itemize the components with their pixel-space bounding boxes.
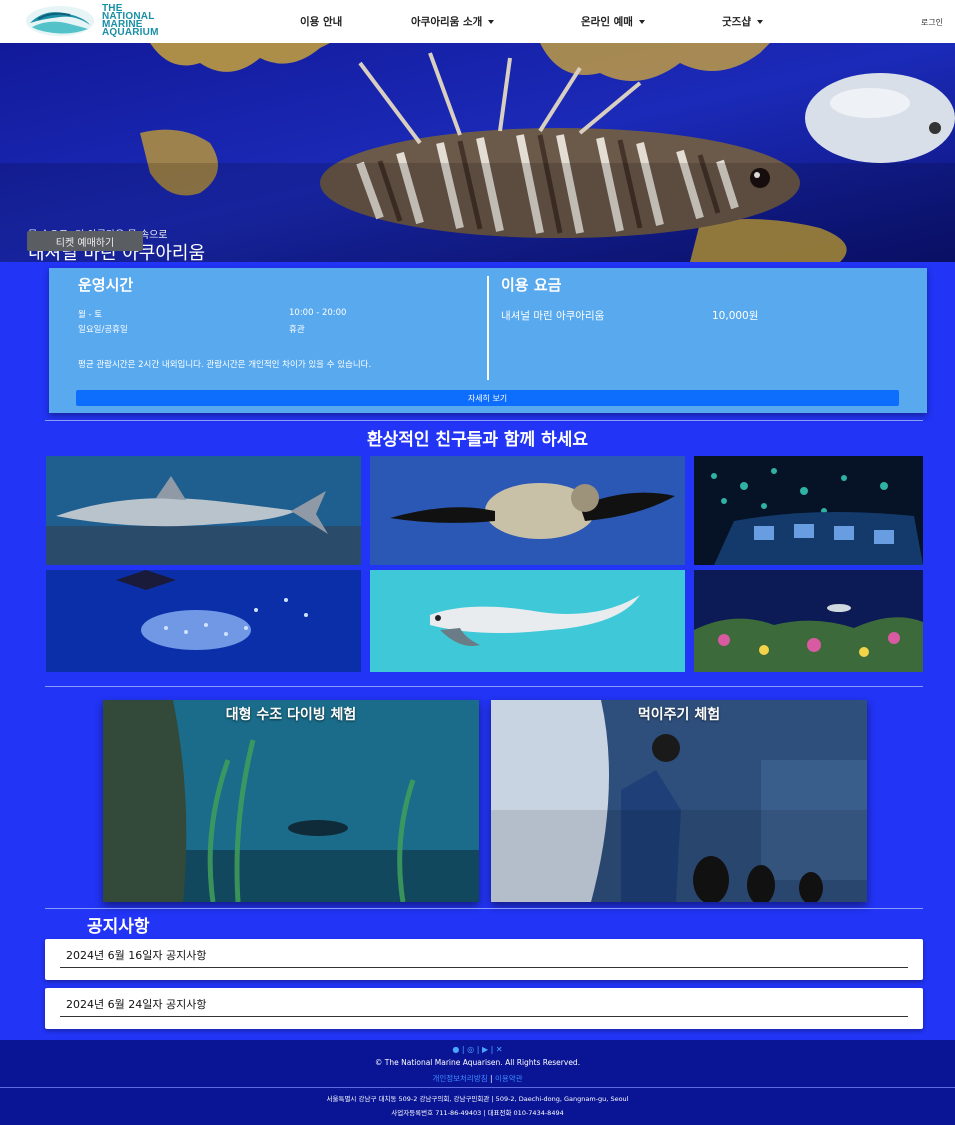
hours-time-holiday: 휴관 — [289, 325, 305, 335]
terms-link[interactable]: 이용약관 — [495, 1074, 523, 1083]
gallery-image-shark[interactable] — [46, 456, 361, 565]
info-divider — [487, 276, 489, 380]
hours-day-holiday: 일요일/공휴일 — [78, 325, 128, 335]
notice-title: 2024년 6월 16일자 공지사항 — [66, 949, 207, 962]
instagram-icon[interactable]: ◎ — [467, 1045, 474, 1054]
nav-item-aquarium-intro[interactable]: 아쿠아리움 소개 — [411, 14, 495, 29]
nav-item-online-booking[interactable]: 온라인 예매 — [581, 14, 645, 29]
footer-links: 개인정보처리방침 | 이용약관 — [0, 1073, 955, 1084]
x-icon[interactable]: ✕ — [496, 1045, 503, 1054]
notice-title: 2024년 6월 24일자 공지사항 — [66, 998, 207, 1011]
footer-divider — [0, 1087, 955, 1088]
program-label-feeding: 먹이주기 체험 — [637, 707, 721, 723]
nav-item-label: 이용 안내 — [300, 16, 343, 28]
gallery-image-penguin[interactable] — [370, 456, 685, 565]
notices-title: 공지사항 — [87, 917, 150, 937]
ticket-booking-button[interactable]: 티켓 예매하기 — [27, 231, 143, 251]
nav-item-label: 굿즈샵 — [722, 16, 751, 28]
notice-underline — [60, 967, 908, 968]
hours-time-weekday: 10:00 - 20:00 — [289, 308, 347, 318]
gallery-image-coral-reef[interactable] — [694, 570, 923, 672]
nav-item-label: 아쿠아리움 소개 — [411, 16, 483, 28]
facebook-icon[interactable]: ● — [452, 1045, 459, 1054]
fee-price: 10,000원 — [712, 310, 759, 322]
site-logo[interactable]: THE NATIONAL MARINE AQUARIUM — [24, 3, 159, 38]
section-divider — [45, 686, 923, 687]
fee-name: 내셔널 마린 아쿠아리움 — [501, 310, 605, 322]
nav-item-label: 온라인 예매 — [581, 16, 633, 28]
hero-banner: 물 속으로! 더 아름다운 물 속으로 내셔널 마린 아쿠아리움 티켓 예매하기 — [0, 43, 955, 262]
notice-item[interactable]: 2024년 6월 16일자 공지사항 — [45, 939, 923, 980]
nav-item-goods-shop[interactable]: 굿즈샵 — [722, 14, 763, 29]
feeding-image — [491, 700, 867, 902]
footer-business-info: 사업자등록번호 711-86-49403 | 대표전화 010-7434-849… — [391, 1109, 564, 1117]
privacy-policy-link[interactable]: 개인정보처리방침 — [432, 1074, 487, 1083]
fee-title: 이용 요금 — [501, 276, 562, 294]
chevron-down-icon — [488, 19, 495, 24]
program-label-diving: 대형 수조 다이빙 체험 — [225, 707, 357, 723]
notice-underline — [60, 1016, 908, 1017]
youtube-icon[interactable]: ▶ — [482, 1045, 488, 1054]
logo-wave-icon — [24, 5, 96, 37]
login-link[interactable]: 로그인 — [921, 17, 943, 28]
chevron-down-icon — [756, 19, 763, 24]
hours-day-weekday: 월 - 토 — [78, 310, 103, 320]
section-divider — [45, 420, 923, 421]
gallery-image-seal[interactable] — [370, 570, 685, 672]
section-divider — [45, 908, 923, 909]
info-card: 운영시간 월 - 토 10:00 - 20:00 일요일/공휴일 휴관 평균 관… — [49, 268, 927, 413]
top-navbar: THE NATIONAL MARINE AQUARIUM 이용 안내 아쿠아리움… — [0, 0, 955, 43]
social-icons: ● | ◎ | ▶ | ✕ — [452, 1045, 503, 1054]
copyright-text: © The National Marine Aquarisen. All Rig… — [374, 1058, 581, 1067]
site-footer: ● | ◎ | ▶ | ✕ © The National Marine Aqua… — [0, 1040, 955, 1125]
gallery-title: 환상적인 친구들과 함께 하세요 — [366, 430, 589, 450]
logo-text: THE NATIONAL MARINE AQUARIUM — [102, 3, 159, 38]
viewing-time-note: 평균 관람시간은 2시간 내외입니다. 관람시간은 개인적인 차이가 있을 수 … — [78, 360, 372, 370]
chevron-down-icon — [638, 19, 645, 24]
notice-item[interactable]: 2024년 6월 24일자 공지사항 — [45, 988, 923, 1029]
hours-title: 운영시간 — [78, 276, 134, 294]
program-card-feeding[interactable]: 먹이주기 체험 — [491, 700, 867, 902]
gallery-image-stingray[interactable] — [46, 570, 361, 672]
gallery-image-jellyfish-tunnel[interactable] — [694, 456, 923, 565]
view-details-button[interactable]: 자세히 보기 — [76, 390, 899, 406]
diving-image — [103, 700, 479, 902]
nav-item-usage-guide[interactable]: 이용 안내 — [300, 14, 342, 29]
program-card-diving[interactable]: 대형 수조 다이빙 체험 — [103, 700, 479, 902]
footer-address: 서울특별시 강남구 대치동 509-2 강남구의회, 강남구민회관 | 509-… — [326, 1095, 629, 1103]
